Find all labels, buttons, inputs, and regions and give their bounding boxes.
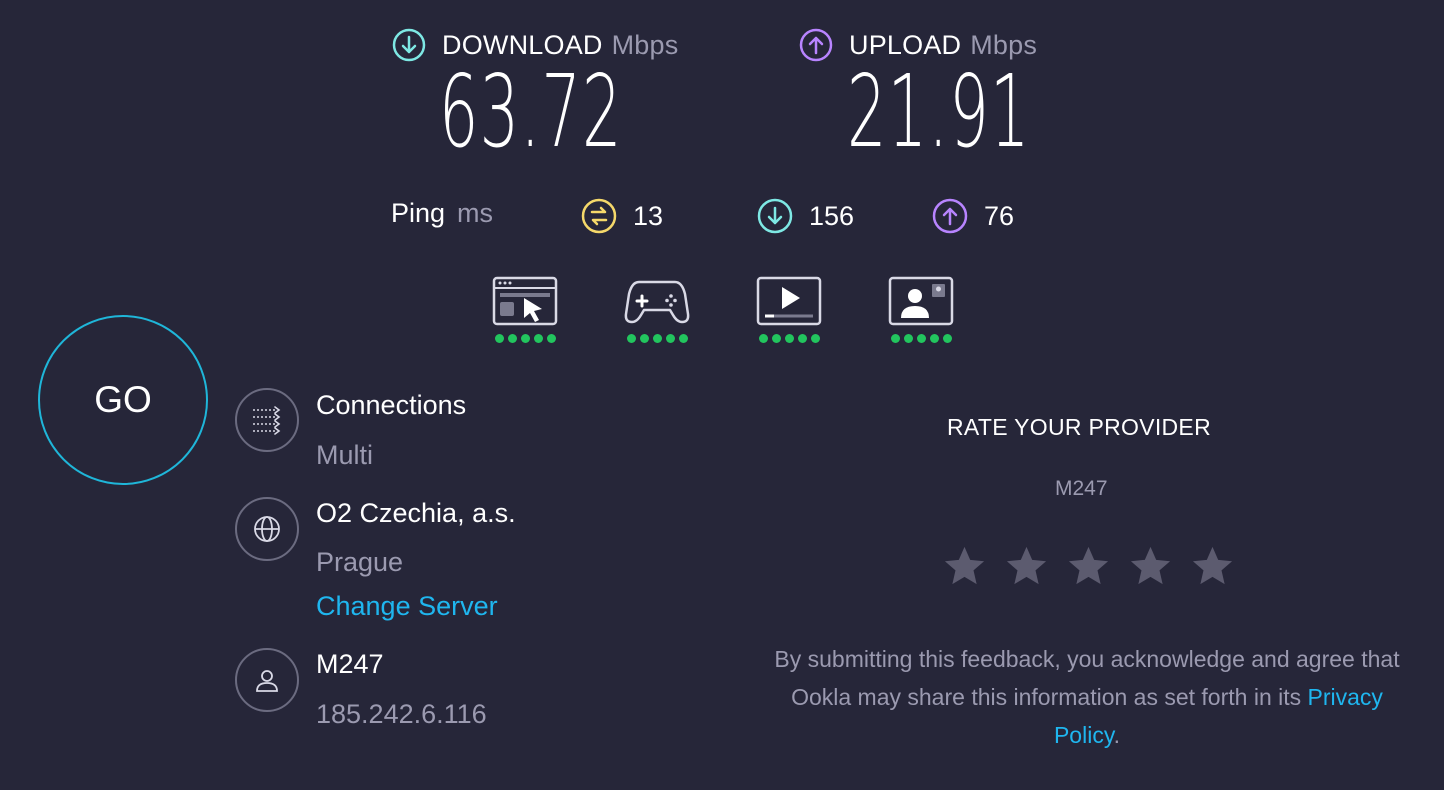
video-chat-icon [888,276,954,326]
ping-upload-value: 76 [984,200,1015,231]
download-value: 63.72 [439,53,623,170]
server-location: Prague [316,547,404,577]
star-4-icon[interactable] [1127,543,1174,590]
disclaimer-end: . [1113,722,1121,748]
star-1-icon[interactable] [941,543,988,590]
rating-dots [494,334,556,343]
feature-video-chat [888,276,954,343]
video-play-icon [756,276,822,326]
feature-web-browsing [492,276,558,343]
ping-text: Ping [391,198,446,228]
change-server-link[interactable]: Change Server [316,591,498,622]
rate-provider-name: M247 [1055,477,1108,500]
upload-latency-icon [932,198,968,234]
provider-icon [235,648,299,712]
star-3-icon[interactable] [1065,543,1112,590]
gamepad-icon [624,280,690,324]
download-arrow-icon [392,28,426,62]
feedback-disclaimer: By submitting this feedback, you acknowl… [767,640,1407,754]
download-latency-icon [757,198,793,234]
star-5-icon[interactable] [1189,543,1236,590]
connections-title: Connections [316,390,467,420]
provider-ip: 185.242.6.116 [316,699,487,729]
rate-title: RATE YOUR PROVIDER [947,414,1211,440]
server-title: O2 Czechia, a.s. [316,498,516,528]
ping-idle-value: 13 [633,200,664,231]
star-rating [941,543,1236,590]
disclaimer-text: By submitting this feedback, you acknowl… [774,646,1400,710]
connections-arrows-icon [253,406,281,435]
idle-latency-icon [581,198,617,234]
ping-upload: 76 [932,198,1014,234]
upload-value: 21.91 [847,53,1031,170]
ping-unit: ms [457,198,494,228]
feature-video-streaming [756,276,822,343]
connections-value[interactable]: Multi [316,440,373,471]
rating-dots [626,334,688,343]
server-icon [235,497,299,561]
globe-icon [254,516,280,542]
star-2-icon[interactable] [1003,543,1050,590]
feature-gaming [624,276,690,343]
ping-idle: 13 [581,198,663,234]
ping-download-value: 156 [809,200,855,231]
upload-arrow-icon [799,28,833,62]
go-button[interactable]: GO [38,315,208,485]
user-icon [256,670,278,692]
rating-dots [890,334,952,343]
rating-dots [758,334,820,343]
provider-title: M247 [316,649,384,679]
ping-label: Ping ms [391,198,493,229]
browser-cursor-icon [492,276,558,326]
connections-icon [235,388,299,452]
ping-download: 156 [757,198,854,234]
